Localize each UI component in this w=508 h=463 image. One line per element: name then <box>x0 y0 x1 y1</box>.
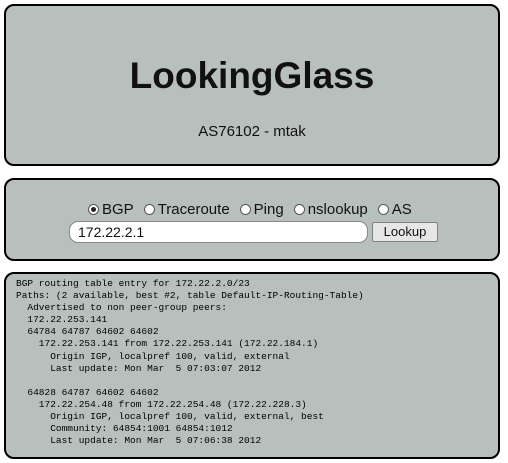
bgp-radio[interactable] <box>88 204 99 215</box>
result-line: 64784 64787 64602 64602 <box>16 326 159 338</box>
result-line: Community: 64854:1001 64854:1012 <box>16 423 233 435</box>
result-line: Origin IGP, localpref 100, valid, extern… <box>16 411 324 423</box>
query-option-label: Ping <box>253 201 284 218</box>
query-option-nslookup[interactable]: nslookup <box>293 201 368 218</box>
query-option-label: Traceroute <box>157 201 230 218</box>
nslookup-radio[interactable] <box>293 204 305 215</box>
query-type-options: BGP Traceroute Ping nslookup AS <box>88 201 422 218</box>
result-line: Paths: (2 available, best #2, table Defa… <box>16 290 364 302</box>
query-option-label: BGP <box>102 201 134 218</box>
ping-radio[interactable] <box>239 204 251 215</box>
as-radio[interactable] <box>377 204 389 215</box>
result-line: 172.22.254.48 from 172.22.254.48 (172.22… <box>16 398 307 410</box>
result-line: Advertised to non peer-group peers: <box>16 302 227 314</box>
query-option-bgp[interactable]: BGP <box>88 201 134 218</box>
result-line: BGP routing table entry for 172.22.2.0/2… <box>16 278 250 289</box>
site-subtitle: AS76102 - mtak <box>198 123 306 140</box>
query-form-panel: BGP Traceroute Ping nslookup AS Lookup <box>4 178 500 261</box>
query-option-as[interactable]: AS <box>377 201 412 218</box>
result-line: Last update: Mon Mar 5 07:03:07 2012 <box>16 362 262 374</box>
query-option-label: AS <box>391 201 412 218</box>
result-line: Last update: Mon Mar 5 07:06:38 2012 <box>16 435 262 447</box>
query-option-traceroute[interactable]: Traceroute <box>143 201 230 218</box>
traceroute-radio[interactable] <box>143 204 155 215</box>
query-option-label: nslookup <box>307 201 368 218</box>
result-panel: BGP routing table entry for 172.22.2.0/2… <box>4 272 500 459</box>
result-line: 64828 64787 64602 64602 <box>16 386 159 398</box>
site-title: LookingGlass <box>129 55 375 96</box>
query-option-ping[interactable]: Ping <box>239 201 284 218</box>
result-line: 172.22.253.141 from 172.22.253.141 (172.… <box>16 338 319 350</box>
header-panel: LookingGlass AS76102 - mtak <box>4 4 500 166</box>
lookup-button[interactable]: Lookup <box>372 222 438 242</box>
result-line: 172.22.253.141 <box>16 314 108 326</box>
result-line: Origin IGP, localpref 100, valid, extern… <box>16 350 290 362</box>
result-output: BGP routing table entry for 172.22.2.0/2… <box>16 278 364 447</box>
host-input[interactable] <box>69 221 368 243</box>
